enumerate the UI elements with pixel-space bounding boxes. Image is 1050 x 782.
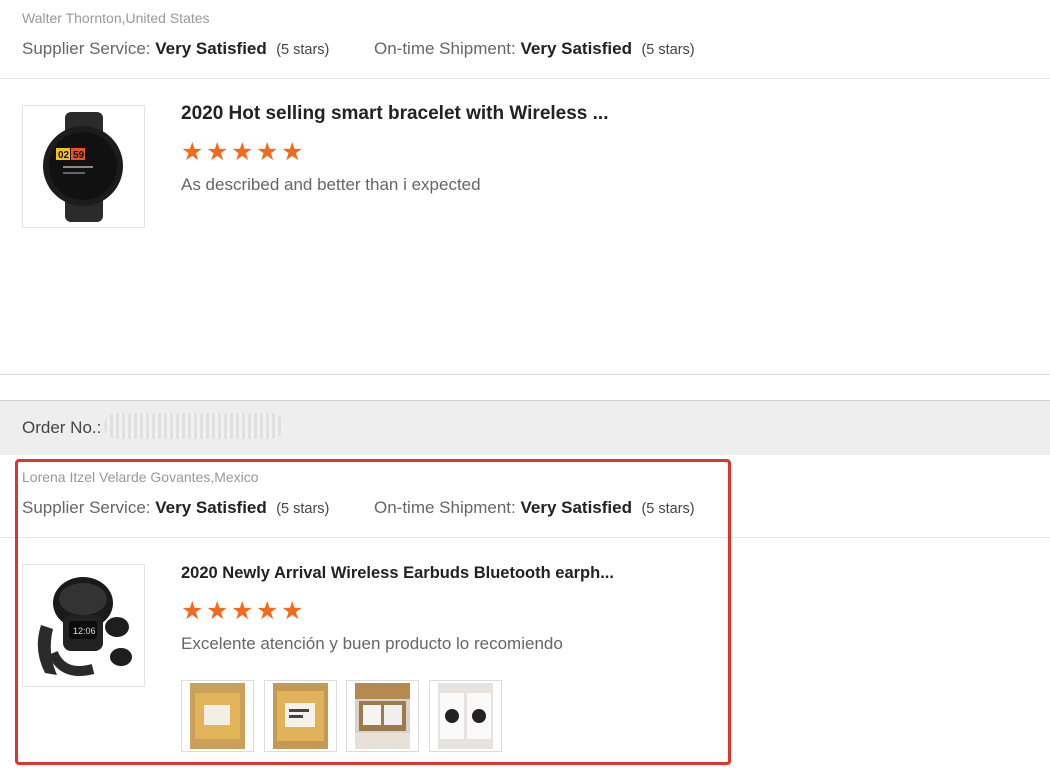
supplier-service-value: Very Satisfied <box>155 39 267 58</box>
star-icon: ★ <box>206 138 229 166</box>
review-comment: As described and better than i expected <box>181 175 481 194</box>
shipment-rating: On-time Shipment: Very Satisfied (5 star… <box>374 39 695 59</box>
product-title[interactable]: 2020 Hot selling smart bracelet with Wir… <box>181 103 609 125</box>
star-icon: ★ <box>281 138 304 166</box>
star-icon: ★ <box>181 138 204 166</box>
shipment-value: Very Satisfied <box>520 39 632 58</box>
smartwatch-icon: 02 59 <box>43 112 123 222</box>
order-number-label: Order No.: <box>22 418 102 437</box>
reviewer-name: Walter Thornton,United States <box>22 10 210 26</box>
divider <box>0 78 1050 79</box>
shipment-stars: (5 stars) <box>641 42 695 58</box>
product-thumbnail[interactable]: 02 59 <box>22 105 145 228</box>
supplier-service-label: Supplier Service: <box>22 39 151 58</box>
svg-text:02: 02 <box>58 150 70 161</box>
shipment-label: On-time Shipment: <box>374 39 516 58</box>
star-icon: ★ <box>231 138 254 166</box>
supplier-service-stars: (5 stars) <box>276 42 330 58</box>
product-rating-stars: ★ ★ ★ ★ ★ <box>181 138 304 166</box>
order-header: Order No.: <box>0 400 1050 455</box>
svg-text:59: 59 <box>73 150 85 161</box>
highlight-box <box>15 459 731 765</box>
supplier-service-rating: Supplier Service: Very Satisfied (5 star… <box>22 39 329 59</box>
star-icon: ★ <box>256 138 279 166</box>
divider <box>0 374 1050 375</box>
order-number-redacted <box>104 413 284 439</box>
